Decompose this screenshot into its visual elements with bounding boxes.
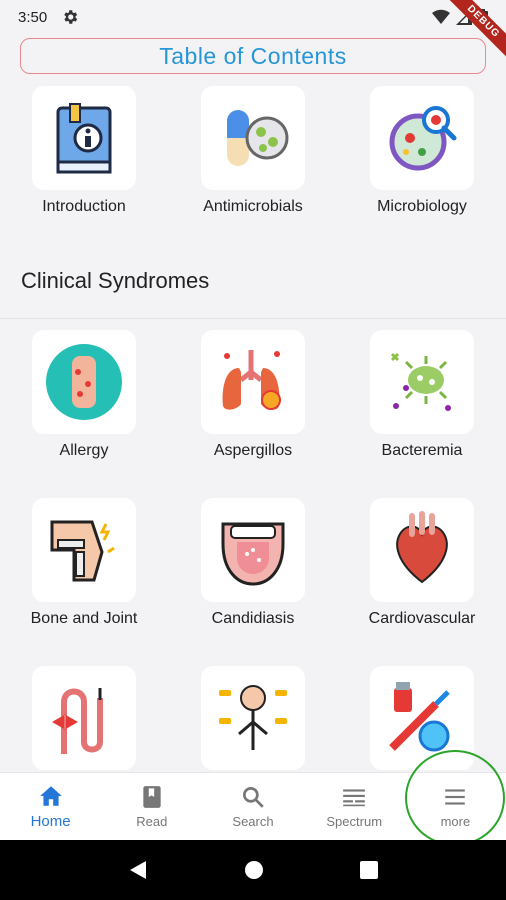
nav-label: Read: [136, 814, 168, 829]
settings-gear-icon: [64, 10, 78, 24]
icon-card: [201, 666, 305, 770]
grid-item-label: Bacteremia: [381, 442, 463, 459]
grid-item-antimicrobials[interactable]: Antimicrobials: [169, 86, 337, 216]
icon-card: [32, 330, 136, 434]
status-time: 3:50: [18, 8, 48, 26]
infected-lungs-icon: [222, 350, 281, 410]
icon-card: [32, 86, 136, 190]
bottom-nav: Home Read Search Spectrum more: [0, 772, 506, 840]
grid-item-label: Aspergillos: [213, 442, 293, 459]
page-title: Table of Contents: [20, 38, 486, 74]
nav-spectrum[interactable]: Spectrum: [304, 773, 405, 840]
grid-item-label: Candidiasis: [211, 610, 295, 627]
nav-read[interactable]: Read: [101, 773, 202, 840]
syringe-vial-icon: [389, 682, 450, 752]
grid-item-aspergillos[interactable]: Aspergillos: [169, 330, 337, 460]
recents-icon[interactable]: [360, 861, 378, 879]
grid-item-introduction[interactable]: Introduction: [0, 86, 168, 216]
page-title-text: Table of Contents: [159, 42, 347, 69]
nav-home[interactable]: Home: [0, 773, 101, 840]
icon-card: [370, 666, 474, 770]
nav-search[interactable]: Search: [202, 773, 303, 840]
home-circle-icon[interactable]: [244, 860, 264, 880]
allergic-hand-icon: [46, 344, 122, 420]
grid-item-injection[interactable]: [338, 666, 506, 778]
grid-item-candidiasis[interactable]: Candidiasis: [169, 498, 337, 628]
grid-item-bacteremia[interactable]: Bacteremia: [338, 330, 506, 460]
grid-item-label: Cardiovascular: [368, 610, 476, 627]
nav-label: Search: [232, 814, 274, 829]
section-divider: [0, 318, 506, 319]
grid-item-label: Allergy: [59, 442, 109, 459]
menu-icon: [445, 789, 466, 805]
tongue-icon: [221, 522, 285, 586]
icon-card: [201, 498, 305, 602]
grid-item-microbiology[interactable]: Microbiology: [338, 86, 506, 216]
nervous-system-icon: [219, 685, 287, 750]
nav-label: Home: [30, 813, 71, 830]
grid-item-label: Introduction: [42, 198, 126, 215]
grid-item-allergy[interactable]: Allergy: [0, 330, 168, 460]
icon-card: [32, 498, 136, 602]
nav-more[interactable]: more: [405, 773, 506, 840]
grid-item-label: Bone and Joint: [30, 610, 138, 627]
grid-item-cardiovascular[interactable]: Cardiovascular: [338, 498, 506, 628]
grid-item-label: Antimicrobials: [203, 198, 303, 215]
catheter-icon: [52, 688, 103, 754]
nav-label: Spectrum: [326, 814, 383, 829]
knee-joint-icon: [50, 520, 115, 582]
nav-label: more: [440, 814, 471, 829]
bacteria-icon: [390, 352, 451, 411]
info-book-icon: [56, 103, 112, 174]
icon-card: [32, 666, 136, 770]
back-icon[interactable]: [128, 859, 148, 881]
grid-item-label: Microbiology: [377, 198, 467, 215]
home-icon: [39, 786, 62, 806]
heart-icon: [396, 511, 448, 584]
spectrum-icon: [343, 789, 366, 807]
grid-item-bone-and-joint[interactable]: Bone and Joint: [0, 498, 168, 628]
wifi-icon: [432, 9, 450, 24]
petri-dish-magnifier-icon: [389, 106, 457, 171]
grid-item-nervous-system[interactable]: [169, 666, 337, 778]
icon-card: [201, 86, 305, 190]
section-title: Clinical Syndromes: [21, 268, 210, 293]
icon-card: [370, 498, 474, 602]
search-icon: [242, 786, 264, 808]
status-bar: 3:50: [0, 0, 506, 34]
icon-card: [370, 86, 474, 190]
icon-card: [201, 330, 305, 434]
icon-card: [370, 330, 474, 434]
pill-bacteria-icon: [227, 110, 289, 166]
grid-item-catheter[interactable]: [0, 666, 168, 778]
system-nav-bar: [0, 840, 506, 900]
book-icon: [143, 786, 161, 808]
